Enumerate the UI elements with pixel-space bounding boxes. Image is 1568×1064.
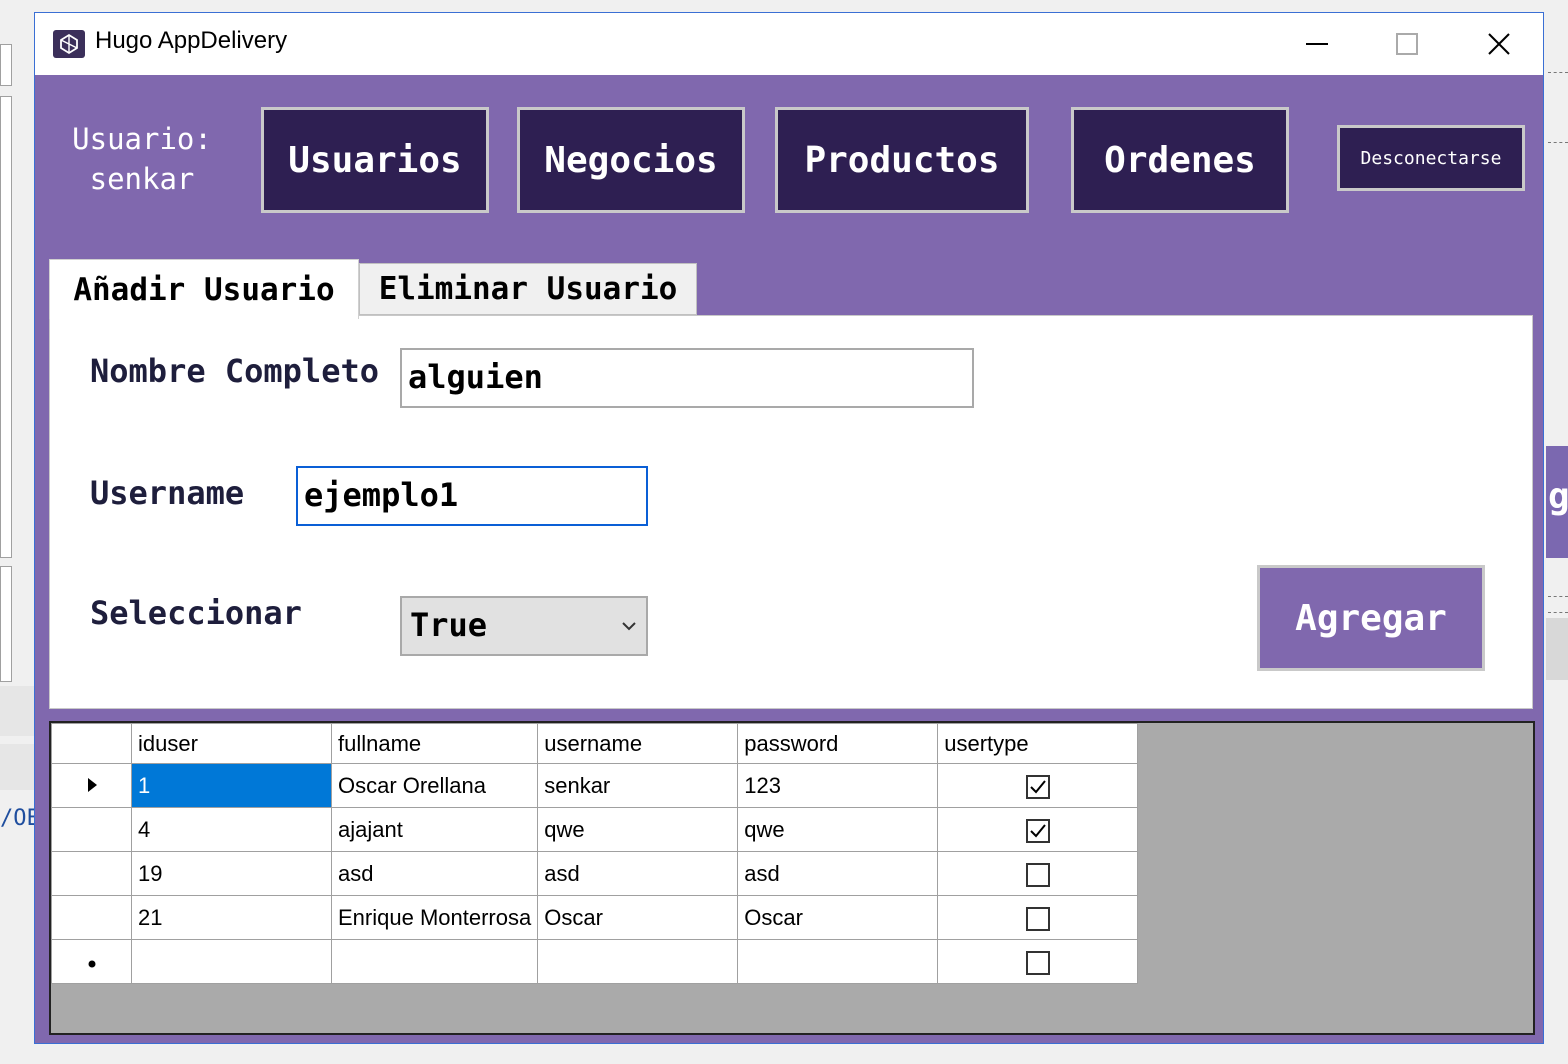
window-title: Hugo AppDelivery [95,27,288,54]
background-button: g [1546,446,1568,558]
cell-password[interactable]: qwe [737,807,939,852]
nav-productos-button[interactable]: Productos [775,107,1029,213]
cell-fullname[interactable]: asd [330,851,539,896]
table-row[interactable]: 4 ajajant qwe qwe [51,807,1139,852]
minimize-button[interactable] [1271,13,1363,75]
nav-usuarios-button[interactable]: Usuarios [261,107,489,213]
column-header-fullname[interactable]: fullname [330,723,539,764]
usertype-checkbox-checked[interactable] [1025,818,1050,843]
user-name: senkar [89,162,195,196]
cell-usertype[interactable] [937,851,1139,896]
select-value: True [410,606,488,644]
cell-username[interactable]: Oscar [537,895,739,940]
cell-iduser[interactable] [131,939,332,984]
column-header-username[interactable]: username [537,723,739,764]
usertype-checkbox-checked[interactable] [1025,774,1050,799]
app-icon [53,30,85,58]
current-user: Usuario: senkar [67,119,217,199]
add-button[interactable]: Agregar [1257,565,1485,671]
row-header[interactable] [51,851,132,896]
current-row-indicator[interactable] [51,763,132,808]
cell-username[interactable]: asd [537,851,739,896]
table-row[interactable]: 1 Oscar Orellana senkar 123 [51,763,1139,808]
logout-button[interactable]: Desconectarse [1337,125,1525,191]
cell-usertype[interactable] [937,807,1139,852]
fullname-label: Nombre Completo [90,352,379,390]
table-header-row: iduser fullname username password userty… [51,723,1139,764]
row-header[interactable] [51,807,132,852]
cell-username[interactable]: senkar [537,763,739,808]
background-strip [1546,618,1568,680]
background-strip [0,744,34,790]
cell-usertype[interactable] [937,763,1139,808]
cell-fullname[interactable]: ajajant [330,807,539,852]
background-button-char: g [1548,476,1568,517]
row-header[interactable] [51,895,132,940]
tab-delete-user[interactable]: Eliminar Usuario [359,263,697,315]
cell-fullname[interactable]: Oscar Orellana [330,763,539,808]
background-divider [1548,72,1568,73]
cell-iduser[interactable]: 1 [131,763,332,808]
maximize-icon [1396,33,1418,55]
nav-negocios-button[interactable]: Negocios [517,107,745,213]
cell-username[interactable] [537,939,739,984]
app-window: Hugo AppDelivery Usuario: senkar Usuario… [34,12,1544,1044]
cell-username[interactable]: qwe [537,807,739,852]
close-button[interactable] [1453,13,1545,75]
column-header-iduser[interactable]: iduser [131,723,332,764]
background-divider [1548,596,1568,597]
select-label: Seleccionar [90,594,302,632]
nav-ordenes-button[interactable]: Ordenes [1071,107,1289,213]
background-divider [1548,612,1568,613]
username-input[interactable]: ejemplo1 [296,466,648,526]
cell-fullname[interactable]: Enrique Monterrosa [330,895,539,940]
new-row-indicator[interactable] [51,939,132,984]
maximize-button[interactable] [1361,13,1453,75]
usertype-checkbox[interactable] [1025,906,1050,931]
cell-password[interactable]: Oscar [737,895,939,940]
background-panel [0,44,12,86]
usertype-select[interactable]: True [400,596,648,656]
cell-usertype[interactable] [937,895,1139,940]
new-row-asterisk-icon [88,960,95,967]
current-row-arrow-icon [87,777,97,792]
title-bar[interactable]: Hugo AppDelivery [35,13,1543,75]
table-row[interactable]: 21 Enrique Monterrosa Oscar Oscar [51,895,1139,940]
tab-add-user[interactable]: Añadir Usuario [49,259,359,319]
chevron-down-icon [622,622,636,631]
table-row[interactable]: 19 asd asd asd [51,851,1139,896]
cell-password[interactable] [737,939,939,984]
minimize-icon [1306,43,1328,45]
fullname-input[interactable]: alguien [400,348,974,408]
new-table-row[interactable] [51,939,1139,984]
background-strip [0,686,34,736]
cell-password[interactable]: asd [737,851,939,896]
cell-iduser[interactable]: 19 [131,851,332,896]
cell-password[interactable]: 123 [737,763,939,808]
background-panel [0,96,12,558]
users-table: iduser fullname username password userty… [51,723,1139,984]
row-header-corner[interactable] [51,723,132,764]
cell-iduser[interactable]: 4 [131,807,332,852]
checkmark-icon [1030,823,1046,838]
usertype-checkbox[interactable] [1025,862,1050,887]
cell-usertype[interactable] [937,939,1139,984]
cell-iduser[interactable]: 21 [131,895,332,940]
cell-fullname[interactable] [330,939,539,984]
checkmark-icon [1030,779,1046,794]
background-panel [0,566,12,682]
usertype-checkbox[interactable] [1025,950,1050,975]
close-icon [1488,33,1510,55]
background-divider [1548,142,1568,143]
user-label: Usuario: [72,122,212,156]
users-grid: iduser fullname username password userty… [49,721,1535,1035]
column-header-password[interactable]: password [737,723,939,764]
column-header-usertype[interactable]: usertype [937,723,1139,764]
username-label: Username [90,474,245,512]
